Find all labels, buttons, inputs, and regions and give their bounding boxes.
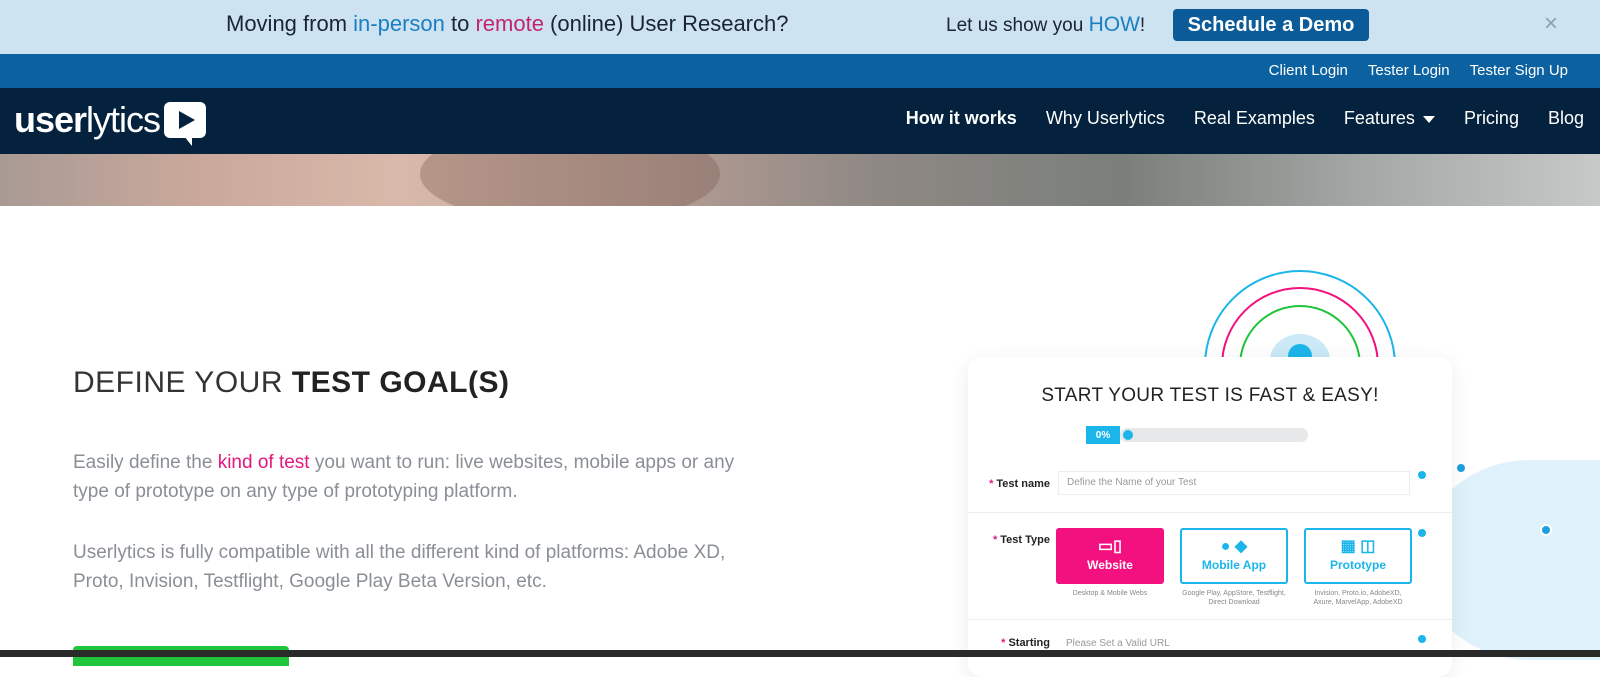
userlytics-logo[interactable]: user lytics xyxy=(14,99,207,146)
test-type-mobile-app-button[interactable]: ● ◆ Mobile App xyxy=(1180,528,1288,584)
login-links: Client Login Tester Login Tester Sign Up xyxy=(1269,62,1568,79)
prototype-label: Prototype xyxy=(1329,558,1386,572)
play-icon xyxy=(164,102,207,146)
promo-sub-a: Let us show you xyxy=(946,15,1089,36)
test-name-input[interactable]: Define the Name of your Test xyxy=(1058,471,1410,495)
promo-sub-b: ! xyxy=(1139,15,1146,36)
row-divider xyxy=(968,619,1452,620)
website-caption: Desktop & Mobile Webs xyxy=(1072,590,1148,597)
close-icon[interactable]: × xyxy=(1544,10,1558,38)
logo-text-light: lytics xyxy=(86,99,161,140)
heading-light: DEFINE YOUR xyxy=(73,366,292,399)
tester-login-link[interactable]: Tester Login xyxy=(1368,62,1450,79)
promo-subtext: Let us show you HOW! xyxy=(946,13,1145,37)
description-paragraph-1: Easily define the kind of test you want … xyxy=(73,448,773,506)
test-type-prototype-button[interactable]: ▦ ◫ Prototype xyxy=(1304,528,1412,584)
schedule-demo-button[interactable]: Schedule a Demo xyxy=(1173,9,1369,41)
nav-item-features-label: Features xyxy=(1343,108,1415,128)
nav-item-pricing[interactable]: Pricing xyxy=(1464,108,1519,129)
nav-item-how-it-works[interactable]: How it works xyxy=(906,108,1017,129)
promo-headline: Moving from in-person to remote (online)… xyxy=(226,11,788,37)
test-type-label-text: Test Type xyxy=(1000,534,1050,546)
row-divider xyxy=(968,512,1452,513)
mobile-app-label: Mobile App xyxy=(1201,558,1267,572)
nav-item-why-userlytics[interactable]: Why Userlytics xyxy=(1046,108,1165,129)
chart-dot xyxy=(1540,524,1552,536)
chart-dot xyxy=(1455,462,1467,474)
progress-fill xyxy=(1123,430,1133,440)
website-label: Website xyxy=(1087,558,1133,572)
para1-highlight: kind of test xyxy=(217,452,310,473)
login-bar: Client Login Tester Login Tester Sign Up xyxy=(0,54,1600,88)
bottom-bar xyxy=(0,650,1600,657)
heading-bold: TEST GOAL(S) xyxy=(291,366,510,399)
starting-url-label: * Starting xyxy=(1001,637,1050,649)
nav-item-real-examples[interactable]: Real Examples xyxy=(1194,108,1315,129)
progress-bar xyxy=(1120,428,1308,442)
card-title: START YOUR TEST IS FAST & EASY! xyxy=(1041,385,1379,406)
promo-text-c: (online) User Research? xyxy=(543,11,789,36)
hero-image xyxy=(0,154,1600,206)
promo-sub-how: HOW xyxy=(1088,13,1140,36)
test-type-website-button[interactable]: ▭▯ Website xyxy=(1056,528,1164,584)
help-icon[interactable] xyxy=(1418,635,1426,643)
apple-android-icon: ● ◆ xyxy=(1220,538,1248,555)
test-name-label: * Test name xyxy=(989,478,1050,490)
promo-text-in-person: in-person xyxy=(353,11,445,36)
prototype-caption: Invision, Proto.io, AdobeXD, Axure, Marv… xyxy=(1313,590,1403,606)
logo-text-bold: user xyxy=(14,99,87,140)
nav-item-features[interactable]: Features xyxy=(1344,108,1435,129)
promo-text-remote: remote xyxy=(475,11,544,36)
help-icon[interactable] xyxy=(1418,471,1426,479)
test-name-label-text: Test name xyxy=(996,478,1050,490)
nav-menu: How it works Why Userlytics Real Example… xyxy=(906,108,1584,129)
help-icon[interactable] xyxy=(1418,529,1426,537)
desktop-mobile-icon: ▭▯ xyxy=(1098,538,1122,555)
chevron-down-icon xyxy=(1422,115,1435,123)
nav-item-blog[interactable]: Blog xyxy=(1548,108,1584,129)
mobile-app-caption: Google Play, AppStore, Testflight, Direc… xyxy=(1182,590,1286,606)
main-nav: user lytics How it works Why Userlytics R… xyxy=(0,88,1600,154)
section-heading: DEFINE YOUR TEST GOAL(S) xyxy=(73,366,509,400)
starting-label-text: Starting xyxy=(1008,637,1050,649)
client-login-link[interactable]: Client Login xyxy=(1269,62,1348,79)
test-setup-card: START YOUR TEST IS FAST & EASY! 0% * Tes… xyxy=(968,357,1452,677)
progress-percent: 0% xyxy=(1086,426,1120,444)
grid-layout-icon: ▦ ◫ xyxy=(1340,538,1376,555)
para1-text-a: Easily define the xyxy=(73,452,218,473)
promo-text-a: Moving from xyxy=(226,11,354,36)
test-type-label: * Test Type xyxy=(992,534,1050,546)
description-paragraph-2: Userlytics is fully compatible with all … xyxy=(73,542,726,592)
signal-arcs-icon xyxy=(1204,270,1396,366)
promo-banner: Moving from in-person to remote (online)… xyxy=(0,0,1600,54)
tester-signup-link[interactable]: Tester Sign Up xyxy=(1470,62,1568,79)
promo-text-b: to xyxy=(444,11,476,36)
